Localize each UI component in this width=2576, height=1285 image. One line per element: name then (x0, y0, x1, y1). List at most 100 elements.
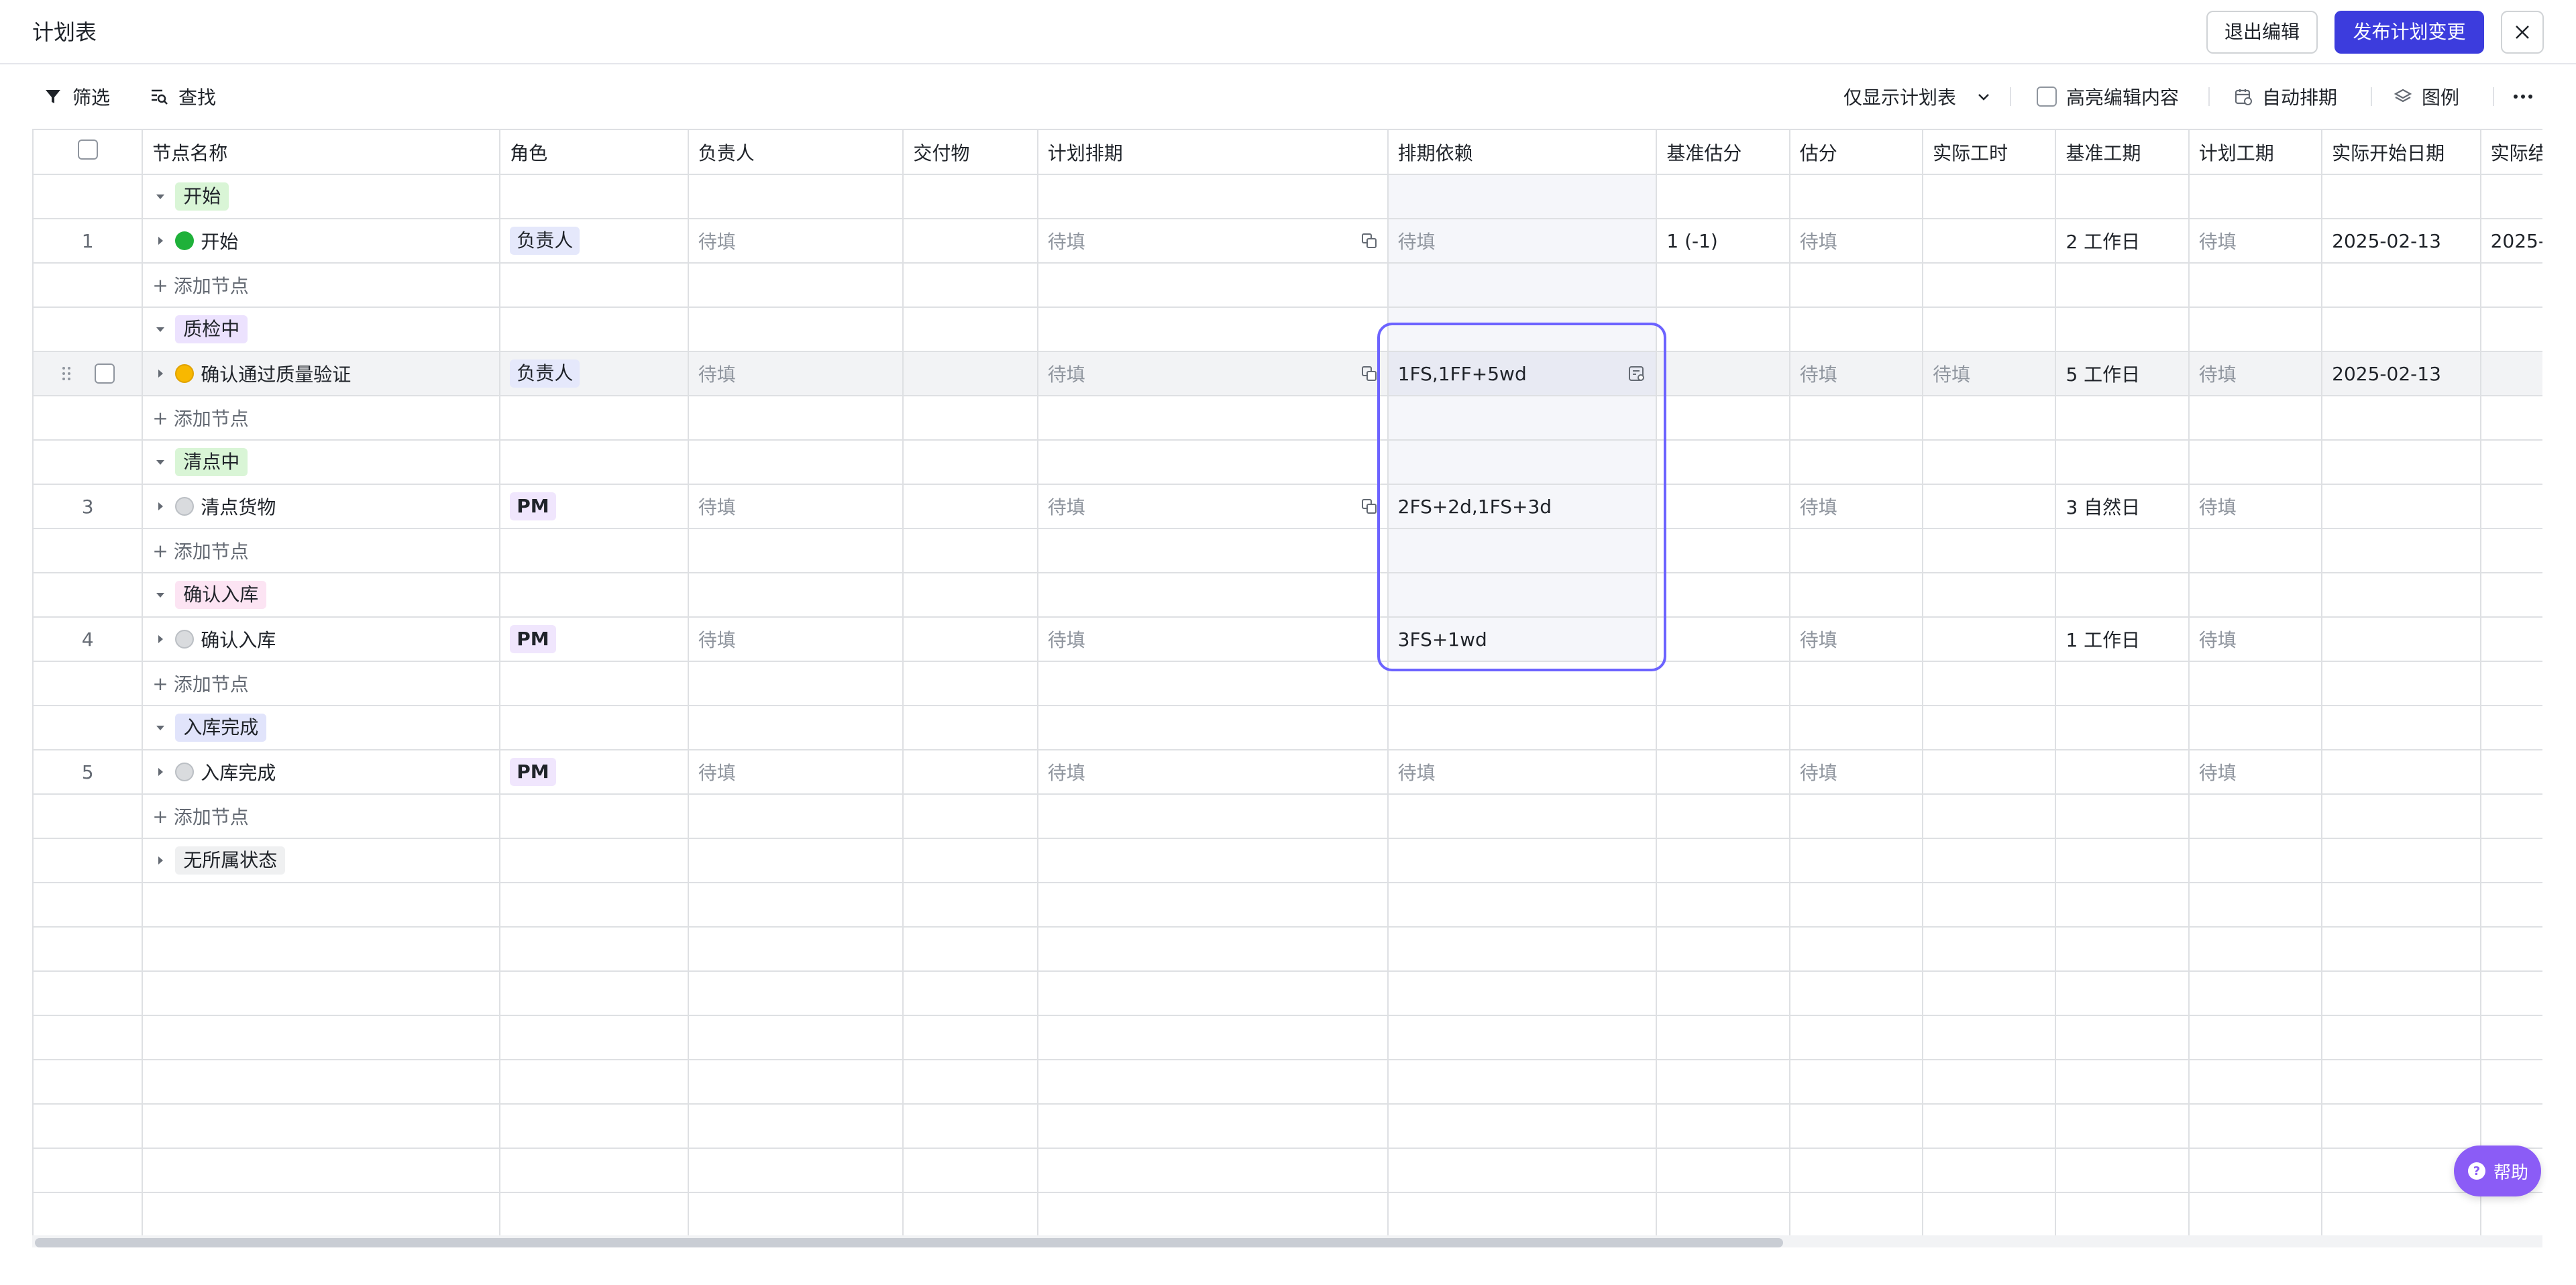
base-estimate-cell[interactable] (1656, 750, 1790, 795)
actual-end-cell[interactable] (2480, 617, 2542, 662)
base-duration-cell[interactable]: 2 工作日 (2055, 219, 2190, 264)
owner-cell[interactable]: 待填 (688, 484, 904, 529)
auto-schedule-button[interactable]: 自动排期 (2234, 82, 2337, 111)
col-base-estimate[interactable]: 基准估分 (1656, 130, 1790, 175)
caret-right-icon[interactable] (152, 764, 168, 780)
actual-end-cell[interactable] (2480, 484, 2542, 529)
node-name[interactable]: 确认通过质量验证 (201, 360, 351, 387)
role-tag[interactable]: PM (510, 492, 556, 520)
caret-down-icon[interactable] (152, 321, 168, 337)
owner-cell[interactable]: 待填 (688, 750, 904, 795)
more-button[interactable] (2512, 82, 2534, 111)
estimate-cell[interactable]: 待填 (1789, 750, 1924, 795)
col-estimate[interactable]: 估分 (1789, 130, 1924, 175)
actual-start-cell[interactable]: 2025-02-13 (2322, 219, 2481, 264)
role-tag[interactable]: 负责人 (510, 359, 580, 388)
table-row[interactable]: 3 清点货物 PM 待填 待填 2FS+2d,1FS+3d 待填 3 自然日 待… (34, 484, 2542, 529)
col-owner[interactable]: 负责人 (688, 130, 904, 175)
caret-down-icon[interactable] (152, 587, 168, 603)
estimate-cell[interactable]: 待填 (1789, 617, 1924, 662)
actual-hours-cell[interactable]: 待填 (1923, 351, 2057, 396)
actual-hours-cell[interactable] (1923, 484, 2057, 529)
select-all-cell[interactable] (34, 130, 144, 175)
caret-down-icon[interactable] (152, 188, 168, 205)
view-select[interactable]: 仅显示计划表 (1843, 82, 1992, 111)
node-name[interactable]: 入库完成 (201, 759, 276, 785)
actual-start-cell[interactable] (2322, 750, 2481, 795)
actual-start-cell[interactable] (2322, 617, 2481, 662)
plan-duration-cell[interactable]: 待填 (2188, 219, 2323, 264)
schedule-cell[interactable]: 待填 (1037, 484, 1389, 529)
deliverable-cell[interactable] (903, 351, 1038, 396)
base-estimate-cell[interactable] (1656, 484, 1790, 529)
actual-start-cell[interactable] (2322, 484, 2481, 529)
estimate-cell[interactable]: 待填 (1789, 351, 1924, 396)
add-node-button[interactable]: + 添加节点 (152, 670, 490, 697)
caret-right-icon[interactable] (152, 631, 168, 647)
caret-right-icon[interactable] (152, 852, 168, 869)
base-duration-cell[interactable] (2055, 750, 2190, 795)
caret-down-icon[interactable] (152, 454, 168, 470)
estimate-cell[interactable]: 待填 (1789, 219, 1924, 264)
dependency-cell[interactable]: 3FS+1wd (1387, 617, 1658, 662)
col-deliverable[interactable]: 交付物 (903, 130, 1038, 175)
dependency-cell[interactable]: 2FS+2d,1FS+3d (1387, 484, 1658, 529)
plan-duration-cell[interactable]: 待填 (2188, 484, 2323, 529)
group-row[interactable]: 无所属状态 (34, 838, 2542, 883)
caret-down-icon[interactable] (152, 720, 168, 736)
base-estimate-cell[interactable]: 1 (-1) (1656, 219, 1790, 264)
deliverable-cell[interactable] (903, 750, 1038, 795)
caret-right-icon[interactable] (152, 233, 168, 249)
actual-hours-cell[interactable] (1923, 219, 2057, 264)
close-button[interactable] (2501, 11, 2544, 54)
table-row[interactable]: 5 入库完成 PM 待填 待填 待填 待填 待填 (34, 750, 2542, 795)
schedule-cell[interactable]: 待填 (1037, 219, 1389, 264)
base-estimate-cell[interactable] (1656, 617, 1790, 662)
dependency-cell[interactable]: 待填 (1387, 219, 1658, 264)
scrollbar-thumb[interactable] (35, 1238, 1783, 1247)
table-row[interactable]: 确认通过质量验证 负责人 待填 待填 1FS,1FF+5wd 待填 待填 5 工… (34, 351, 2542, 396)
deliverable-cell[interactable] (903, 219, 1038, 264)
col-actual-start[interactable]: 实际开始日期 (2322, 130, 2481, 175)
group-row[interactable]: 确认入库 (34, 573, 2542, 618)
caret-right-icon[interactable] (152, 498, 168, 514)
col-role[interactable]: 角色 (500, 130, 689, 175)
col-node-name[interactable]: 节点名称 (142, 130, 501, 175)
col-dependency[interactable]: 排期依赖 (1387, 130, 1658, 175)
group-row[interactable]: 质检中 (34, 307, 2542, 352)
actual-end-cell[interactable]: 2025- (2480, 219, 2542, 264)
select-all-checkbox[interactable] (77, 139, 98, 160)
base-estimate-cell[interactable] (1656, 351, 1790, 396)
group-row[interactable]: 入库完成 (34, 706, 2542, 750)
col-base-duration[interactable]: 基准工期 (2055, 130, 2190, 175)
copy-icon[interactable] (1360, 232, 1378, 249)
plan-duration-cell[interactable]: 待填 (2188, 617, 2323, 662)
table-row[interactable]: 1 开始 负责人 待填 待填 待填 1 (-1) 待填 2 工作日 待填 202… (34, 219, 2542, 264)
find-button[interactable]: 查找 (149, 82, 216, 111)
group-row[interactable]: 开始 (34, 174, 2542, 219)
publish-changes-button[interactable]: 发布计划变更 (2334, 11, 2484, 54)
deliverable-cell[interactable] (903, 617, 1038, 662)
role-tag[interactable]: PM (510, 625, 556, 653)
owner-cell[interactable]: 待填 (688, 219, 904, 264)
owner-cell[interactable]: 待填 (688, 617, 904, 662)
add-node-row[interactable]: + 添加节点 (34, 794, 2542, 839)
base-duration-cell[interactable]: 3 自然日 (2055, 484, 2190, 529)
row-checkbox[interactable] (94, 364, 115, 384)
add-node-row[interactable]: + 添加节点 (34, 528, 2542, 573)
col-actual-hours[interactable]: 实际工时 (1923, 130, 2057, 175)
col-plan-duration[interactable]: 计划工期 (2188, 130, 2323, 175)
add-node-row[interactable]: + 添加节点 (34, 263, 2542, 308)
group-row[interactable]: 清点中 (34, 440, 2542, 485)
role-tag[interactable]: PM (510, 758, 556, 786)
actual-end-cell[interactable] (2480, 351, 2542, 396)
schedule-cell[interactable]: 待填 (1037, 750, 1389, 795)
legend-button[interactable]: 图例 (2394, 82, 2459, 111)
actual-end-cell[interactable] (2480, 750, 2542, 795)
schedule-cell[interactable]: 待填 (1037, 351, 1389, 396)
highlight-toggle[interactable]: 高亮编辑内容 (2037, 82, 2179, 111)
node-name[interactable]: 开始 (201, 227, 238, 254)
actual-hours-cell[interactable] (1923, 617, 2057, 662)
exit-edit-button[interactable]: 退出编辑 (2206, 11, 2318, 54)
add-node-row[interactable]: + 添加节点 (34, 396, 2542, 441)
